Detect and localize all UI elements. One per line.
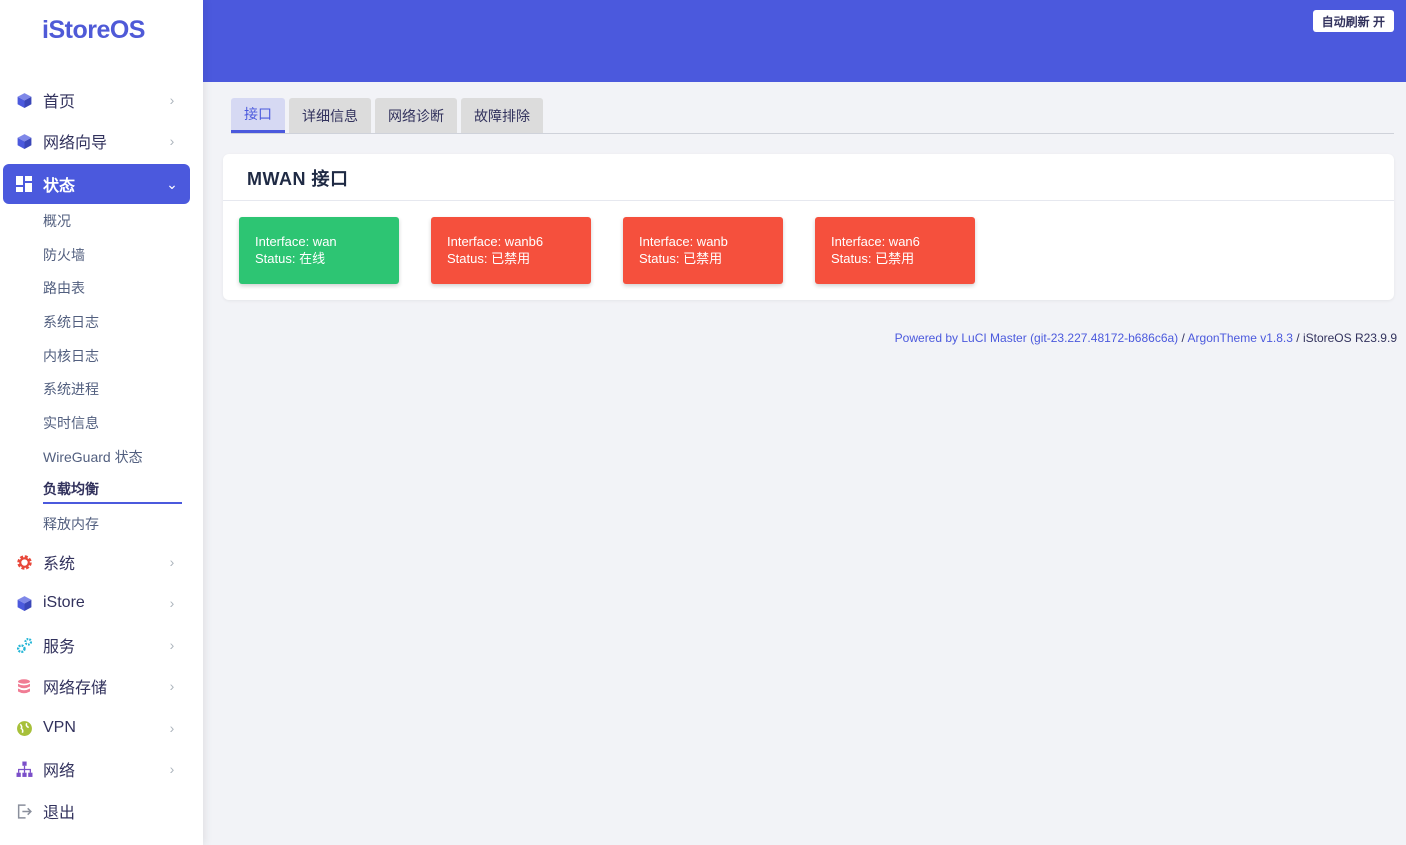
database-icon	[15, 677, 33, 695]
card-divider	[223, 200, 1394, 201]
sidebar-item-vpn[interactable]: VPN ›	[3, 708, 190, 748]
os-version: iStoreOS R23.9.9	[1302, 331, 1397, 345]
chevron-down-icon: ⌄	[166, 175, 178, 192]
sidebar-item-network-wizard[interactable]: 网络向导 ›	[3, 121, 190, 161]
gears-icon	[15, 636, 33, 654]
sidebar-subitem-routes[interactable]: 路由表	[43, 274, 182, 302]
chevron-right-icon: ›	[169, 595, 175, 611]
argon-theme-link[interactable]: ArgonTheme v1.8.3	[1188, 331, 1293, 345]
interface-status: Status: 已禁用	[447, 251, 531, 266]
chevron-right-icon: ›	[169, 554, 175, 570]
footer-separator: /	[1178, 331, 1188, 345]
sidebar-item-system[interactable]: 系统 ›	[3, 542, 190, 582]
sidebar-subitem-processes[interactable]: 系统进程	[43, 375, 182, 403]
footer-separator: /	[1292, 331, 1303, 345]
sidebar-item-label: VPN	[43, 719, 76, 736]
card-title: MWAN 接口	[247, 169, 349, 189]
cube-icon	[15, 594, 33, 612]
sidebar-subitem-realtime[interactable]: 实时信息	[43, 409, 182, 437]
tab-details[interactable]: 详细信息	[289, 98, 371, 133]
interface-name: Interface: wan	[255, 234, 337, 249]
footer: Powered by LuCI Master (git-23.227.48172…	[895, 331, 1397, 345]
sidebar-item-label: 系统	[43, 556, 76, 573]
interface-status-wanb6: Interface: wanb6 Status: 已禁用	[431, 217, 591, 284]
interface-status: Status: 已禁用	[831, 251, 915, 266]
sidebar-item-services[interactable]: 服务 ›	[3, 625, 190, 665]
sidebar-subitem-load-balancing[interactable]: 负载均衡	[43, 476, 182, 504]
chevron-right-icon: ›	[169, 678, 175, 694]
sidebar-item-label: 服务	[43, 639, 76, 656]
cube-icon	[15, 132, 33, 150]
interface-name: Interface: wanb6	[447, 234, 544, 249]
sidebar-item-network[interactable]: 网络 ›	[3, 749, 190, 789]
sidebar-item-label: 状态	[43, 178, 76, 195]
interface-name: Interface: wanb	[639, 234, 728, 249]
globe-icon	[15, 719, 33, 737]
sidebar-item-status[interactable]: 状态 ⌄	[3, 164, 190, 204]
sidebar-subitem-free-memory[interactable]: 释放内存	[43, 510, 182, 538]
sidebar-item-label: 退出	[43, 805, 76, 822]
sidebar: iStoreOS 首页 › 网络向导 › 状态 ⌄ 概况 防火墙 路由表 系统日…	[0, 0, 203, 845]
chevron-right-icon: ›	[169, 133, 175, 149]
sidebar-item-logout[interactable]: 退出	[3, 791, 190, 831]
interface-status: Status: 已禁用	[639, 251, 723, 266]
sidebar-item-label: 网络	[43, 763, 76, 780]
logout-icon	[15, 802, 33, 820]
top-header: 自动刷新 开	[203, 0, 1406, 82]
sidebar-item-label: 网络存储	[43, 680, 108, 697]
chevron-right-icon: ›	[169, 761, 175, 777]
dashboard-icon	[15, 175, 33, 193]
gear-icon	[15, 553, 33, 571]
tab-diagnostics[interactable]: 网络诊断	[375, 98, 457, 133]
sidebar-item-label: 网络向导	[43, 135, 108, 152]
chevron-right-icon: ›	[169, 637, 175, 653]
interface-status: Status: 在线	[255, 251, 326, 266]
tab-bar: 接口 详细信息 网络诊断 故障排除	[231, 98, 543, 133]
mwan-interfaces-card: MWAN 接口 Interface: wan Status: 在线 Interf…	[223, 154, 1394, 300]
luci-link[interactable]: Powered by LuCI Master (git-23.227.48172…	[895, 331, 1179, 345]
chevron-right-icon: ›	[169, 720, 175, 736]
sidebar-subitem-system-log[interactable]: 系统日志	[43, 308, 182, 336]
sidebar-item-istore[interactable]: iStore ›	[3, 583, 190, 623]
sidebar-subitem-overview[interactable]: 概况	[43, 207, 182, 235]
sidebar-item-nas[interactable]: 网络存储 ›	[3, 666, 190, 706]
istoreos-logo[interactable]: iStoreOS	[42, 16, 145, 45]
sidebar-subitem-firewall[interactable]: 防火墙	[43, 241, 182, 269]
cube-icon	[15, 91, 33, 109]
sidebar-subitem-kernel-log[interactable]: 内核日志	[43, 342, 182, 370]
sidebar-item-home[interactable]: 首页 ›	[3, 80, 190, 120]
tab-troubleshooting[interactable]: 故障排除	[461, 98, 543, 133]
interface-name: Interface: wan6	[831, 234, 920, 249]
chevron-right-icon: ›	[169, 92, 175, 108]
interface-status-wanb: Interface: wanb Status: 已禁用	[623, 217, 783, 284]
interface-status-wan: Interface: wan Status: 在线	[239, 217, 399, 284]
interface-status-wan6: Interface: wan6 Status: 已禁用	[815, 217, 975, 284]
sidebar-item-label: iStore	[43, 594, 85, 611]
network-icon	[15, 760, 33, 778]
tab-divider	[231, 133, 1394, 134]
tab-interfaces[interactable]: 接口	[231, 98, 285, 133]
auto-refresh-button[interactable]: 自动刷新 开	[1312, 10, 1394, 32]
sidebar-item-label: 首页	[43, 94, 76, 111]
sidebar-subitem-wireguard[interactable]: WireGuard 状态	[43, 443, 182, 471]
